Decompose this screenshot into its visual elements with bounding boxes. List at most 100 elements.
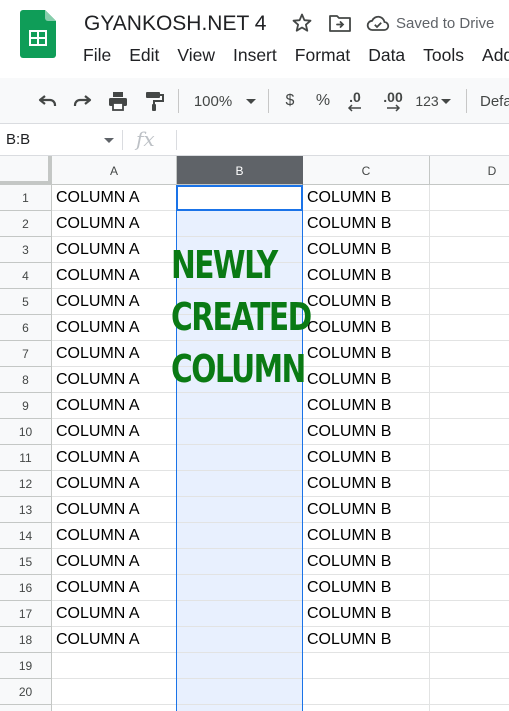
cell-b[interactable] — [177, 523, 303, 549]
cell-c[interactable] — [303, 705, 430, 711]
cell-b[interactable] — [177, 419, 303, 445]
cell-c[interactable]: COLUMN B — [303, 367, 430, 393]
row-header[interactable]: 2 — [0, 211, 52, 237]
cell-c[interactable]: COLUMN B — [303, 237, 430, 263]
cell-c[interactable]: COLUMN B — [303, 341, 430, 367]
cell-a[interactable]: COLUMN A — [52, 263, 177, 289]
cloud-saved-icon[interactable] — [366, 13, 390, 33]
cell-a[interactable] — [52, 653, 177, 679]
cell-d[interactable] — [430, 627, 509, 653]
cell-a[interactable]: COLUMN A — [52, 471, 177, 497]
cell-d[interactable] — [430, 315, 509, 341]
cell-d[interactable] — [430, 445, 509, 471]
cell-d[interactable] — [430, 341, 509, 367]
row-header[interactable]: 4 — [0, 263, 52, 289]
select-all-corner[interactable] — [0, 156, 52, 185]
cell-c[interactable]: COLUMN B — [303, 315, 430, 341]
move-to-folder-icon[interactable] — [328, 12, 352, 34]
cell-c[interactable]: COLUMN B — [303, 601, 430, 627]
row-header[interactable]: 16 — [0, 575, 52, 601]
cell-c[interactable] — [303, 653, 430, 679]
cell-d[interactable] — [430, 549, 509, 575]
cell-b[interactable] — [177, 601, 303, 627]
cell-a[interactable]: COLUMN A — [52, 393, 177, 419]
row-header[interactable]: 9 — [0, 393, 52, 419]
font-select[interactable]: Defa — [480, 89, 509, 113]
redo-icon[interactable] — [70, 89, 94, 113]
cell-a[interactable]: COLUMN A — [52, 497, 177, 523]
cell-a[interactable]: COLUMN A — [52, 185, 177, 211]
cell-d[interactable] — [430, 705, 509, 711]
menu-tools[interactable]: Tools — [414, 44, 473, 67]
menu-data[interactable]: Data — [359, 44, 414, 67]
cell-c[interactable]: COLUMN B — [303, 289, 430, 315]
cell-d[interactable] — [430, 211, 509, 237]
row-header[interactable]: 5 — [0, 289, 52, 315]
cell-a[interactable]: COLUMN A — [52, 237, 177, 263]
row-header[interactable]: 21 — [0, 705, 52, 711]
row-header[interactable]: 17 — [0, 601, 52, 627]
cell-c[interactable]: COLUMN B — [303, 211, 430, 237]
cell-d[interactable] — [430, 237, 509, 263]
row-header[interactable]: 12 — [0, 471, 52, 497]
menu-insert[interactable]: Insert — [224, 44, 286, 67]
cell-d[interactable] — [430, 185, 509, 211]
cell-d[interactable] — [430, 679, 509, 705]
decrease-decimal-button[interactable]: .0 — [344, 89, 366, 113]
row-header[interactable]: 7 — [0, 341, 52, 367]
cell-c[interactable]: COLUMN B — [303, 471, 430, 497]
row-header[interactable]: 10 — [0, 419, 52, 445]
cell-c[interactable]: COLUMN B — [303, 575, 430, 601]
cell-a[interactable] — [52, 705, 177, 711]
cell-b[interactable] — [177, 653, 303, 679]
row-header[interactable]: 18 — [0, 627, 52, 653]
name-box[interactable]: B:B — [6, 131, 30, 148]
increase-decimal-button[interactable]: .00 — [380, 89, 406, 113]
cell-a[interactable]: COLUMN A — [52, 445, 177, 471]
row-header[interactable]: 11 — [0, 445, 52, 471]
name-box-dropdown-icon[interactable] — [104, 138, 114, 143]
cell-c[interactable]: COLUMN B — [303, 627, 430, 653]
cell-c[interactable]: COLUMN B — [303, 393, 430, 419]
cell-a[interactable]: COLUMN A — [52, 211, 177, 237]
cell-b[interactable] — [177, 393, 303, 419]
cell-c[interactable]: COLUMN B — [303, 445, 430, 471]
cell-a[interactable]: COLUMN A — [52, 315, 177, 341]
paint-format-icon[interactable] — [142, 89, 166, 113]
cell-b[interactable] — [177, 549, 303, 575]
cell-a[interactable]: COLUMN A — [52, 575, 177, 601]
row-header[interactable]: 19 — [0, 653, 52, 679]
cell-c[interactable]: COLUMN B — [303, 549, 430, 575]
cell-a[interactable]: COLUMN A — [52, 627, 177, 653]
cell-a[interactable]: COLUMN A — [52, 419, 177, 445]
cell-c[interactable]: COLUMN B — [303, 419, 430, 445]
menu-format[interactable]: Format — [286, 44, 359, 67]
menu-edit[interactable]: Edit — [120, 44, 168, 67]
menu-view[interactable]: View — [168, 44, 224, 67]
sheets-logo-icon[interactable] — [20, 10, 56, 58]
column-header-c[interactable]: C — [303, 156, 430, 185]
zoom-select[interactable]: 100% — [192, 89, 234, 113]
cell-a[interactable]: COLUMN A — [52, 289, 177, 315]
cell-d[interactable] — [430, 393, 509, 419]
row-header[interactable]: 20 — [0, 679, 52, 705]
cell-d[interactable] — [430, 523, 509, 549]
row-header[interactable]: 13 — [0, 497, 52, 523]
menu-addons[interactable]: Add — [473, 44, 509, 67]
zoom-dropdown-icon[interactable] — [244, 89, 258, 113]
cell-c[interactable]: COLUMN B — [303, 263, 430, 289]
cell-a[interactable]: COLUMN A — [52, 549, 177, 575]
cell-b[interactable] — [177, 497, 303, 523]
document-title[interactable]: GYANKOSH.NET 4 — [84, 12, 266, 36]
cell-c[interactable]: COLUMN B — [303, 497, 430, 523]
cell-b[interactable] — [177, 705, 303, 711]
cell-b[interactable] — [177, 575, 303, 601]
cell-d[interactable] — [430, 601, 509, 627]
cell-a[interactable]: COLUMN A — [52, 341, 177, 367]
cell-a[interactable] — [52, 679, 177, 705]
star-icon[interactable] — [290, 11, 314, 35]
cell-b[interactable] — [177, 211, 303, 237]
column-header-a[interactable]: A — [52, 156, 177, 185]
cell-a[interactable]: COLUMN A — [52, 523, 177, 549]
cell-d[interactable] — [430, 575, 509, 601]
